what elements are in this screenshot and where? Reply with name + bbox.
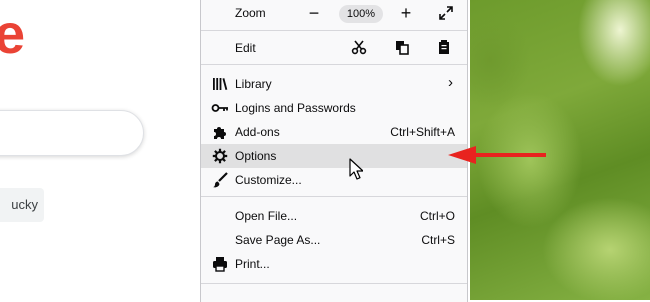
menu-item-label: Print...: [235, 257, 270, 271]
search-logo: e: [0, 2, 26, 65]
menu-item-label: Add-ons: [235, 125, 280, 139]
copy-button[interactable]: [392, 37, 412, 57]
copy-icon: [396, 41, 409, 55]
cut-button[interactable]: [349, 37, 369, 57]
menu-item-add-ons[interactable]: Add-ons Ctrl+Shift+A: [201, 120, 467, 144]
zoom-in-button[interactable]: +: [395, 2, 417, 24]
menu-item-label: Save Page As...: [235, 233, 321, 247]
menu-item-label: Customize...: [235, 173, 302, 187]
printer-icon: [211, 255, 229, 273]
menu-item-label: Library: [235, 77, 272, 91]
menu-item-shortcut: Ctrl+O: [419, 209, 455, 223]
menu-separator: [201, 196, 467, 197]
paste-button[interactable]: [434, 37, 454, 57]
paintbrush-icon: [211, 171, 229, 189]
zoom-row: Zoom − 100% +: [201, 0, 467, 26]
puzzle-icon: [211, 123, 229, 141]
edit-label: Edit: [235, 41, 256, 55]
menu-item-shortcut: Ctrl+S: [421, 233, 455, 247]
menu-item-library[interactable]: Library ›: [201, 72, 467, 96]
menu-item-label: Options: [235, 149, 277, 163]
menu-item-open-file[interactable]: Open File... Ctrl+O: [201, 204, 467, 228]
browser-page-background: e ucky: [0, 0, 205, 300]
menu-separator: [201, 30, 467, 31]
menu-separator: [201, 64, 467, 65]
menu-separator: [201, 283, 467, 284]
edit-row: Edit: [201, 34, 467, 60]
feeling-lucky-button[interactable]: ucky: [0, 188, 44, 222]
menu-item-save-page-as[interactable]: Save Page As... Ctrl+S: [201, 228, 467, 252]
paste-icon: [439, 40, 449, 54]
zoom-label: Zoom: [235, 6, 266, 20]
zoom-reset-button[interactable]: 100%: [339, 5, 383, 23]
mouse-cursor-icon: [349, 158, 363, 180]
search-box[interactable]: [0, 110, 144, 156]
key-icon: [211, 99, 229, 117]
zoom-out-button[interactable]: −: [303, 2, 325, 24]
app-menu-panel: Zoom − 100% + Edit Library › Logins and …: [200, 0, 468, 302]
menu-item-customize[interactable]: Customize...: [201, 168, 467, 192]
submenu-chevron-icon: ›: [448, 74, 453, 91]
menu-item-label: Logins and Passwords: [235, 101, 356, 115]
annotation-arrow: [448, 146, 546, 164]
library-icon: [211, 75, 229, 93]
fullscreen-icon: [439, 6, 453, 20]
gear-icon: [211, 147, 229, 165]
menu-item-shortcut: Ctrl+Shift+A: [390, 125, 455, 139]
scissors-icon: [351, 40, 367, 55]
menu-item-print[interactable]: Print...: [201, 252, 467, 276]
menu-item-logins-passwords[interactable]: Logins and Passwords: [201, 96, 467, 120]
fullscreen-button[interactable]: [435, 2, 457, 24]
menu-item-options[interactable]: Options: [201, 144, 467, 168]
menu-item-label: Open File...: [235, 209, 298, 223]
